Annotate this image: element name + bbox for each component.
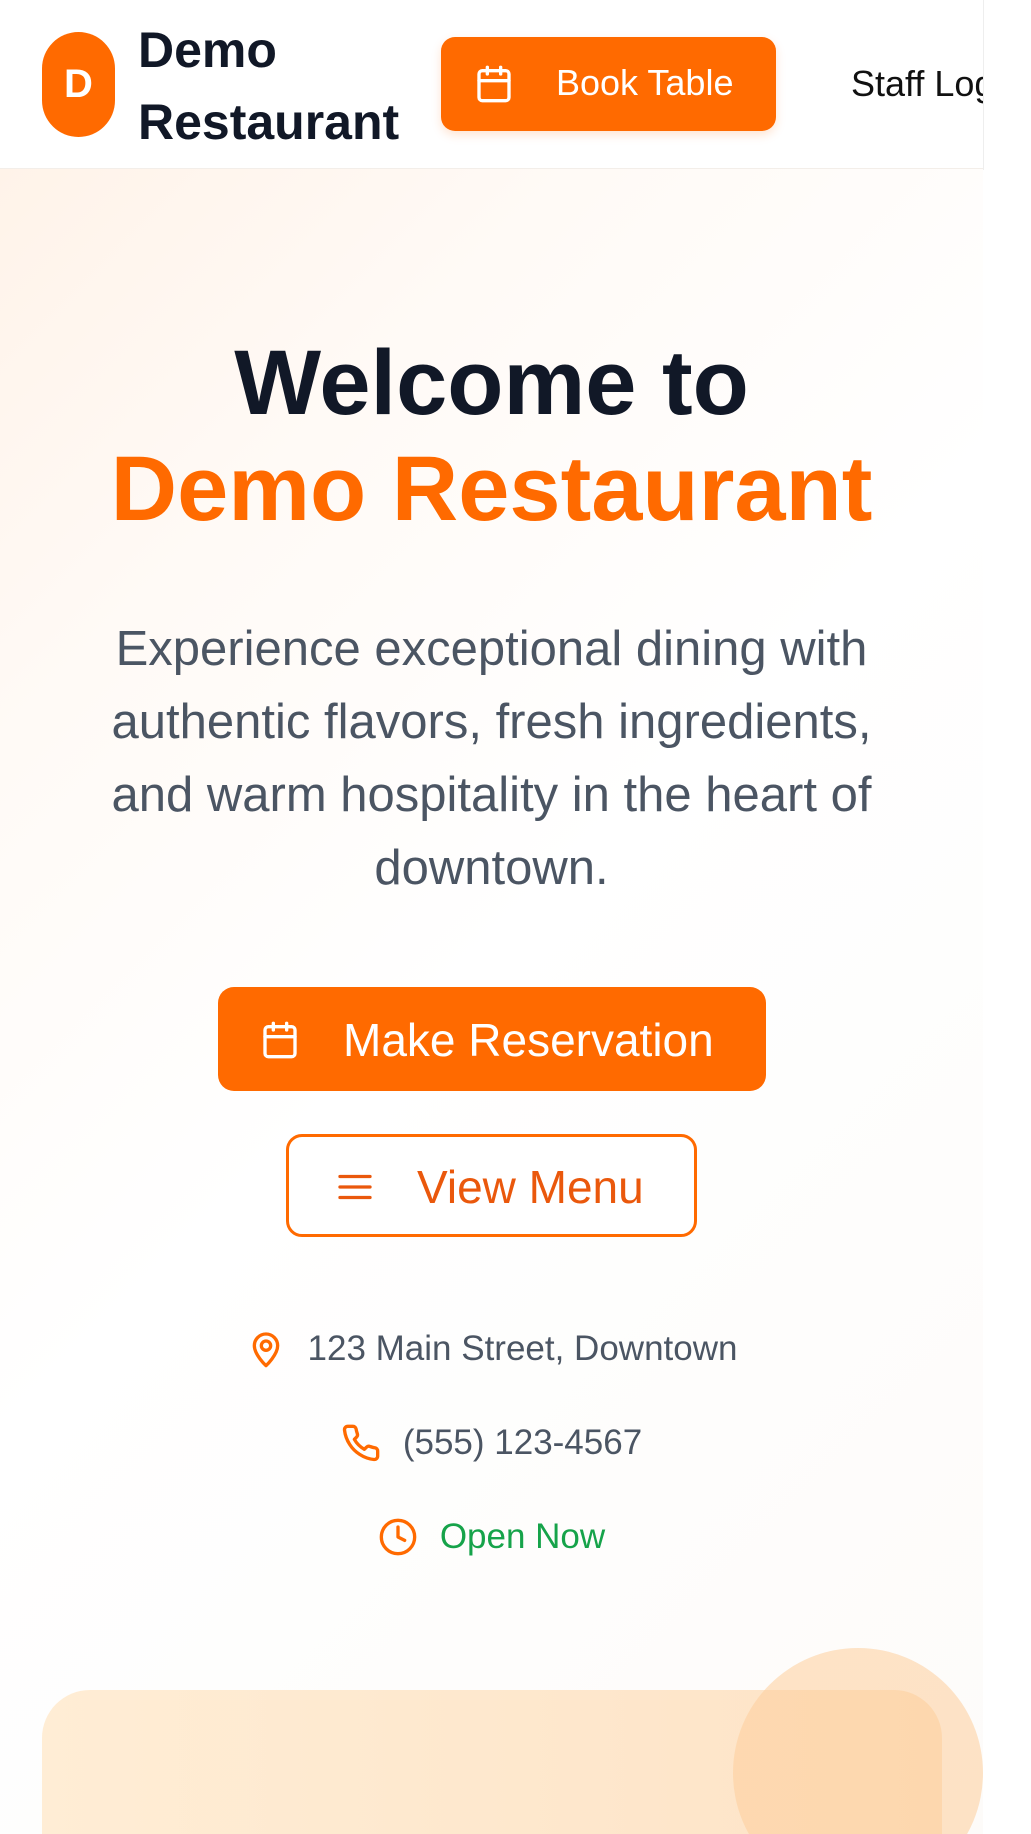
- phone-text[interactable]: (555) 123-4567: [403, 1423, 642, 1463]
- address-row: 123 Main Street, Downtown: [0, 1329, 983, 1369]
- status-row: Open Now: [0, 1517, 983, 1557]
- hero-title-line1: Welcome to: [234, 332, 749, 434]
- menu-lines-icon: [338, 1174, 372, 1200]
- map-pin-icon: [252, 1332, 279, 1368]
- make-reservation-button[interactable]: Make Reservation: [218, 987, 766, 1091]
- viewport-edge-divider: [983, 0, 984, 170]
- open-status-text: Open Now: [439, 1517, 606, 1556]
- brand-name[interactable]: Demo Restaurant: [138, 14, 428, 158]
- calendar-icon: [263, 1021, 297, 1059]
- staff-login-link[interactable]: Staff Login: [851, 63, 983, 105]
- phone-row: (555) 123-4567: [0, 1423, 983, 1463]
- view-menu-button[interactable]: View Menu: [286, 1134, 697, 1237]
- phone-icon: [342, 1424, 380, 1462]
- hero-title-restaurant-name: Demo Restaurant: [110, 438, 873, 540]
- make-reservation-label: Make Reservation: [343, 1014, 714, 1066]
- calendar-icon: [477, 65, 511, 103]
- book-table-button[interactable]: Book Table: [441, 37, 776, 131]
- book-table-label: Book Table: [556, 62, 734, 103]
- site-header: D Demo Restaurant Book Table Staff Login: [0, 0, 983, 169]
- logo-badge[interactable]: D: [42, 32, 115, 137]
- clock-icon: [379, 1518, 417, 1556]
- hero-title: Welcome to Demo Restaurant: [0, 330, 983, 542]
- hero-description: Experience exceptional dining with authe…: [111, 622, 872, 895]
- address-text: 123 Main Street, Downtown: [307, 1329, 738, 1368]
- view-menu-label: View Menu: [417, 1161, 644, 1213]
